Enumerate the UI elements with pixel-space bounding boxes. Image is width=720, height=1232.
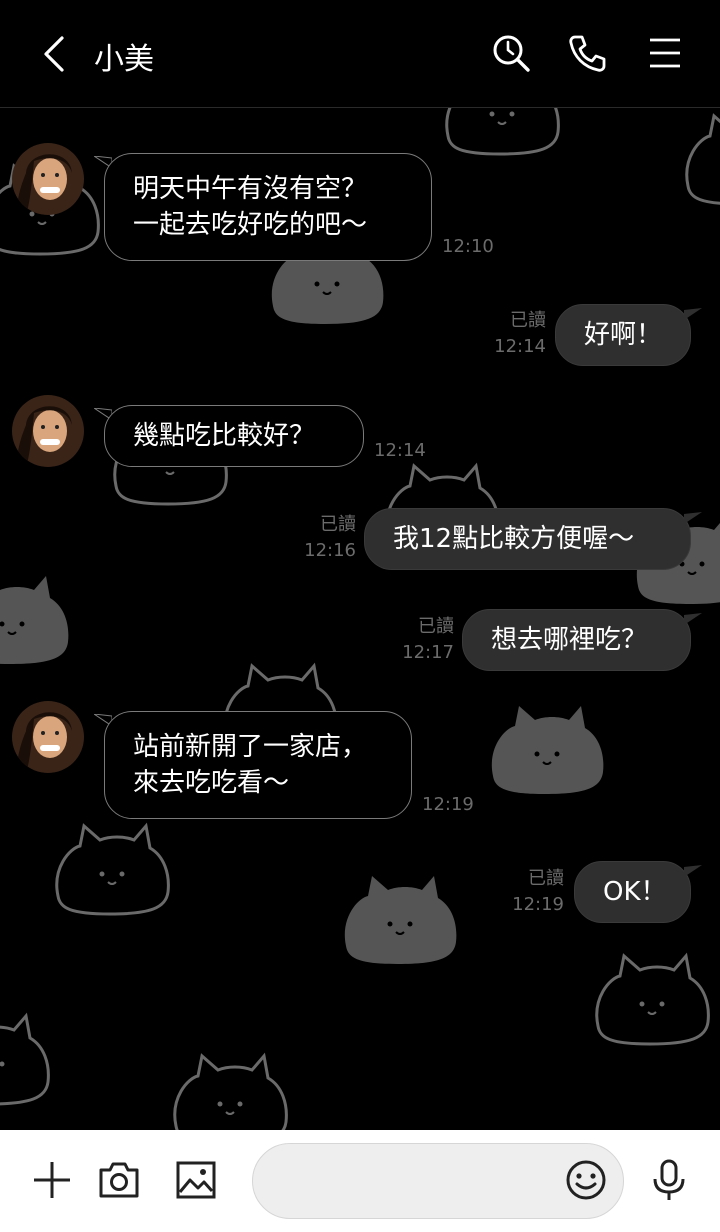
- bubble-tail: [684, 865, 702, 877]
- message-bubble[interactable]: OK！: [574, 861, 691, 923]
- chat-header: 小美: [0, 0, 720, 108]
- message-meta: 已讀 12:16: [290, 512, 356, 564]
- plus-icon[interactable]: [30, 1158, 74, 1202]
- bubble-tail: [684, 512, 702, 524]
- message-meta: 已讀 12:14: [480, 308, 546, 360]
- message-time: 12:16: [304, 540, 356, 561]
- message-time: 12:10: [442, 236, 494, 257]
- microphone-icon[interactable]: [647, 1158, 691, 1202]
- search-clock-icon[interactable]: [490, 32, 532, 74]
- message-time: 12:14: [494, 336, 546, 357]
- message-bubble[interactable]: 幾點吃比較好？: [104, 405, 364, 467]
- message-bubble[interactable]: 好啊！: [555, 304, 691, 366]
- message-bubble[interactable]: 明天中午有沒有空？ 一起去吃好吃的吧～: [104, 153, 432, 261]
- chat-area[interactable]: 明天中午有沒有空？ 一起去吃好吃的吧～ 12:10 已讀 12:14 好啊！ 幾…: [0, 108, 720, 1130]
- smiley-icon[interactable]: [564, 1158, 608, 1202]
- read-receipt: 已讀: [320, 514, 356, 535]
- avatar[interactable]: [12, 143, 84, 215]
- bubble-tail: [684, 308, 702, 320]
- read-receipt: 已讀: [418, 616, 454, 637]
- message-time: 12:14: [374, 440, 426, 461]
- message-bubble[interactable]: 我12點比較方便喔～: [364, 508, 691, 570]
- message-meta: 已讀 12:17: [388, 614, 454, 666]
- camera-icon[interactable]: [97, 1158, 141, 1202]
- bubble-tail: [684, 613, 702, 625]
- chevron-left-icon[interactable]: [36, 34, 72, 74]
- avatar[interactable]: [12, 701, 84, 773]
- image-icon[interactable]: [174, 1158, 218, 1202]
- read-receipt: 已讀: [510, 310, 546, 331]
- phone-icon[interactable]: [566, 32, 608, 74]
- message-meta: 已讀 12:19: [498, 866, 564, 918]
- message-time: 12:19: [512, 894, 564, 915]
- message-time: 12:19: [422, 794, 474, 815]
- read-receipt: 已讀: [528, 868, 564, 889]
- message-time: 12:17: [402, 642, 454, 663]
- message-bubble[interactable]: 站前新開了一家店， 來去吃吃看～: [104, 711, 412, 819]
- message-bubble[interactable]: 想去哪裡吃？: [462, 609, 691, 671]
- avatar[interactable]: [12, 395, 84, 467]
- menu-icon[interactable]: [644, 32, 686, 74]
- chat-title: 小美: [94, 42, 154, 77]
